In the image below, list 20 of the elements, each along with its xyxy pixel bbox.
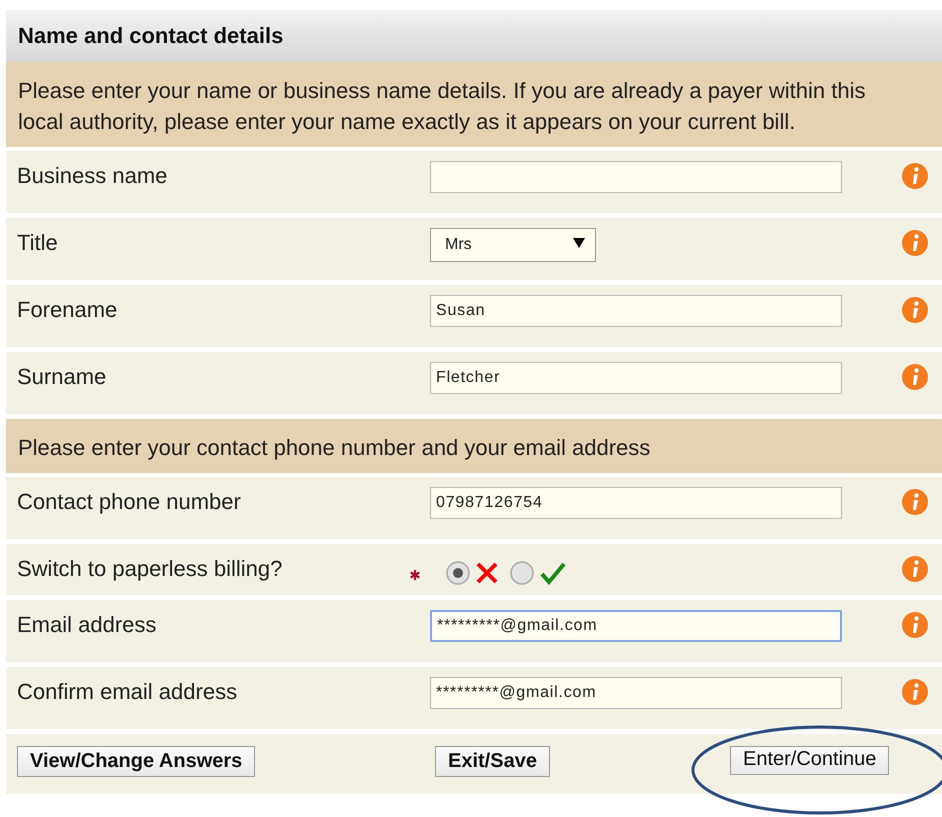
field-label: Switch to paperless billing? bbox=[16, 555, 284, 583]
section-header: Name and contact details bbox=[6, 10, 942, 62]
form-button[interactable]: Enter/Continue bbox=[730, 746, 890, 775]
text-field[interactable]: *********@gmail.com bbox=[430, 610, 842, 642]
field-label: Title bbox=[16, 229, 59, 257]
field-label: Confirm email address bbox=[16, 678, 238, 706]
field-label: Email address bbox=[16, 611, 158, 639]
field-label: Contact phone number bbox=[16, 488, 242, 516]
field-label: Business name bbox=[16, 162, 168, 190]
text-field[interactable]: *********@gmail.com bbox=[430, 677, 842, 709]
text-field[interactable]: Fletcher bbox=[430, 362, 842, 394]
form-button[interactable]: Exit/Save bbox=[435, 746, 550, 777]
form-button[interactable]: View/Change Answers bbox=[17, 746, 256, 777]
text-field[interactable]: Susan bbox=[430, 295, 842, 327]
text-field[interactable]: 07987126754 bbox=[430, 487, 842, 519]
field-label: Surname bbox=[16, 363, 108, 391]
intro-text: Please enter your name or business name details. If you are already a payer within this local authority, please enter your name exactly as it appears on your current bill. bbox=[6, 62, 942, 147]
title-dropdown[interactable]: Mrs bbox=[430, 228, 596, 262]
field-label: Forename bbox=[16, 296, 118, 324]
intro-text: Please enter your contact phone number and your email address bbox=[6, 419, 942, 473]
